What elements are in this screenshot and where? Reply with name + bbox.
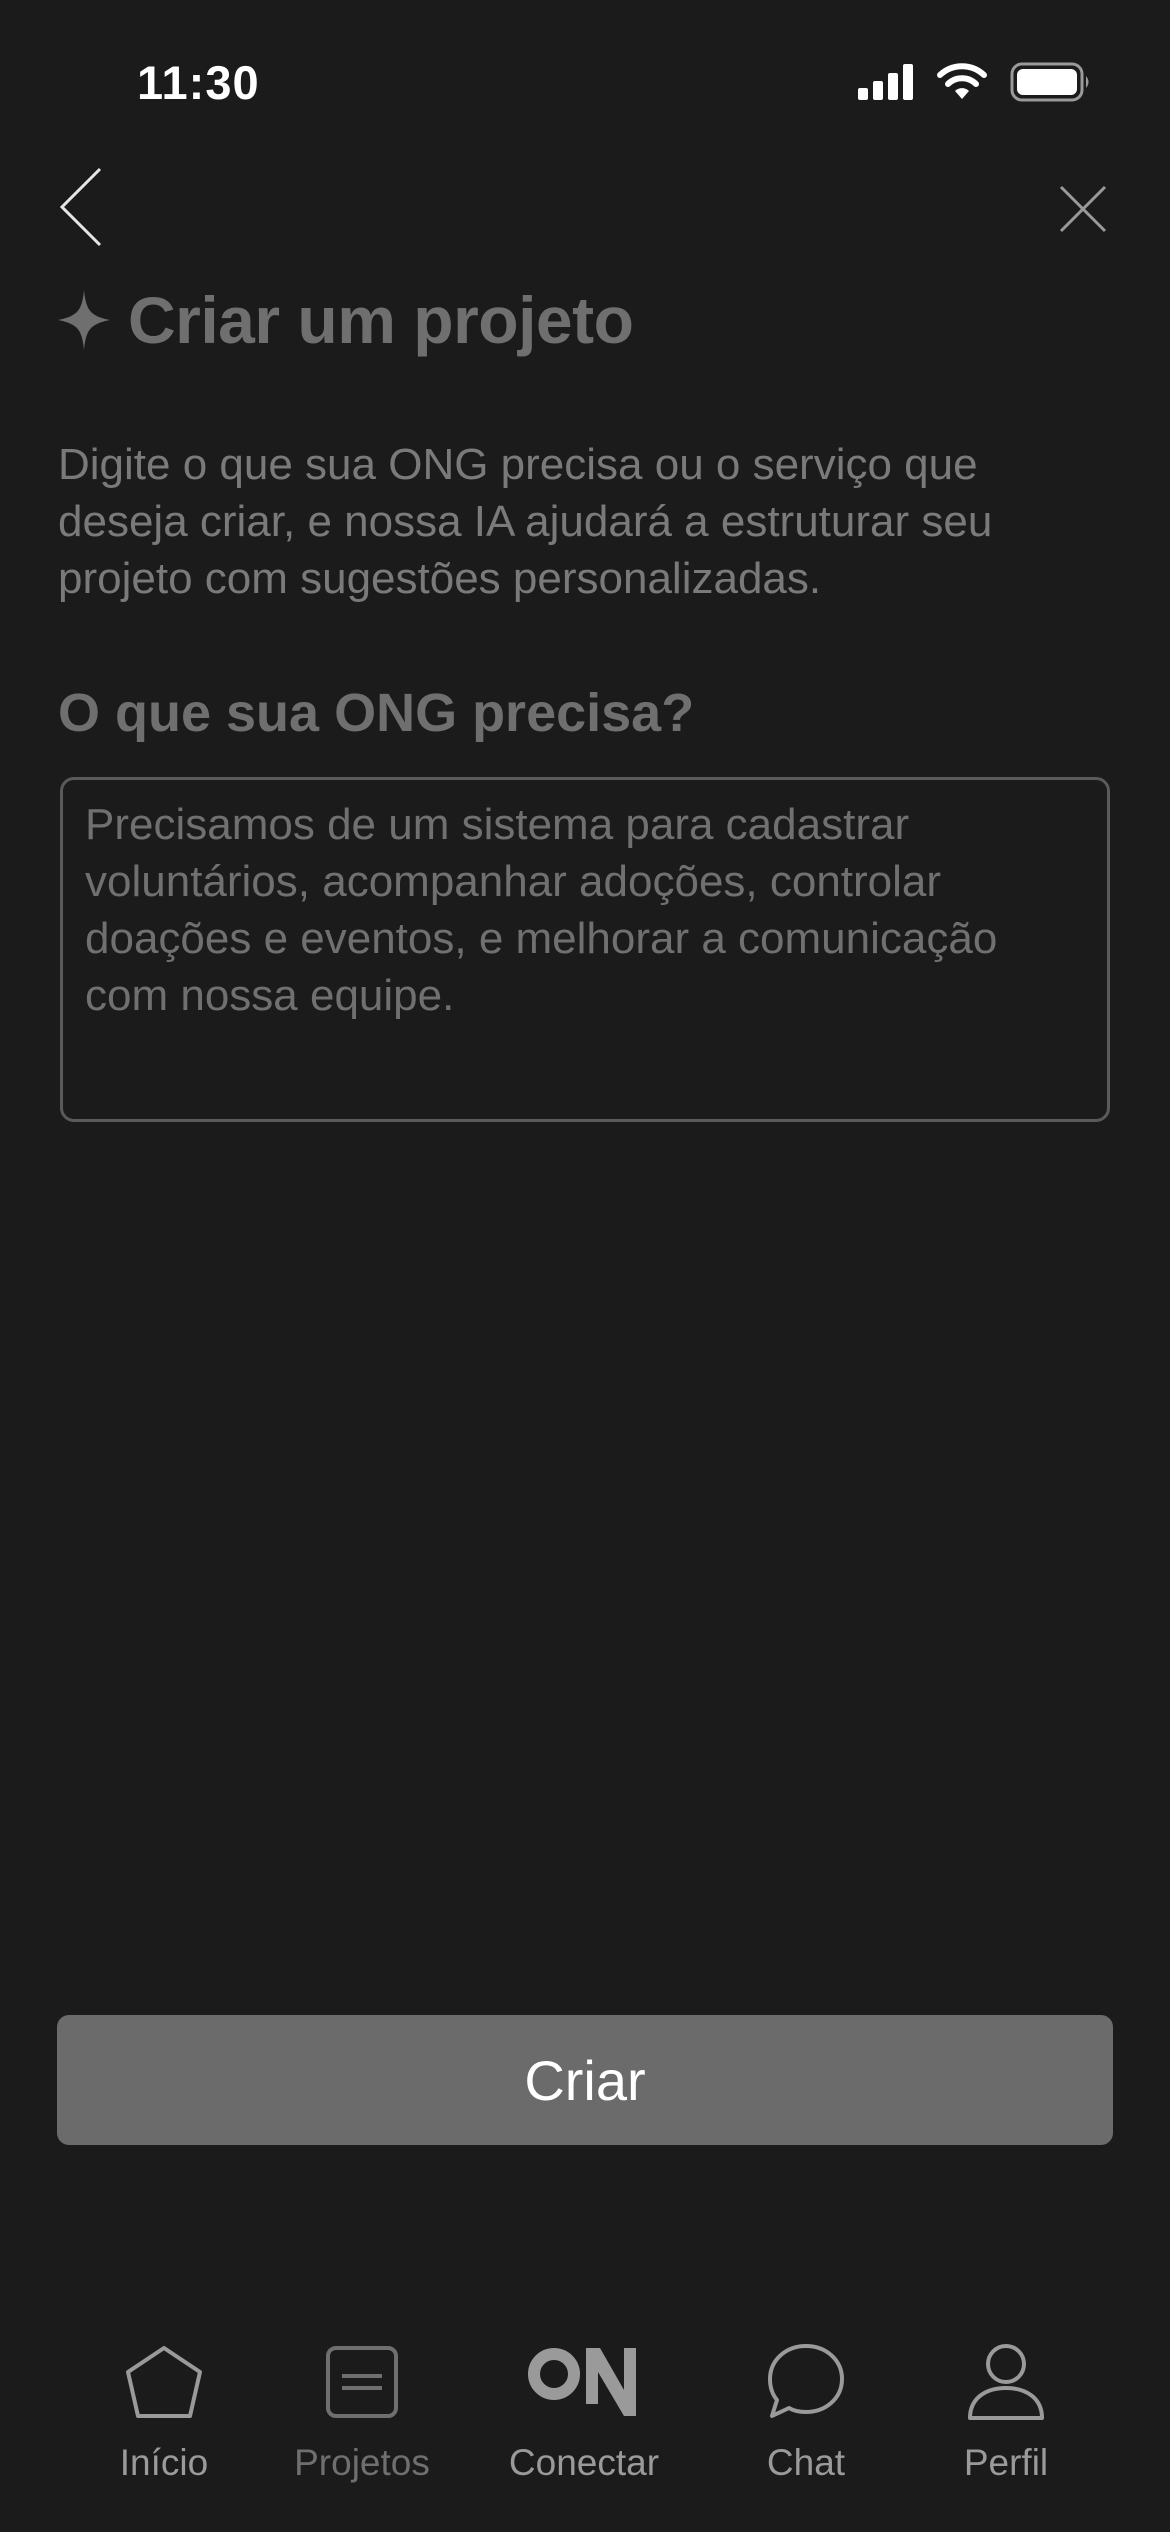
status-icons [858, 62, 1092, 102]
question-label: O que sua ONG precisa? [58, 683, 695, 743]
tab-label: Projetos [294, 2442, 430, 2483]
tab-perfil[interactable]: Perfil [906, 2340, 1106, 2484]
document-list-icon [324, 2340, 400, 2424]
title-row: Criar um projeto [56, 282, 634, 358]
tab-conectar[interactable]: Conectar [484, 2340, 684, 2484]
needs-textarea[interactable] [60, 777, 1110, 1122]
close-button[interactable] [1058, 184, 1108, 234]
back-button[interactable] [58, 165, 108, 250]
wifi-icon [937, 63, 987, 99]
chat-bubble-icon [766, 2340, 846, 2424]
tab-label: Conectar [508, 2442, 660, 2483]
close-icon [1059, 185, 1107, 233]
status-bar: 11:30 [0, 0, 1170, 170]
tab-label: Perfil [963, 2442, 1049, 2483]
on-logo-icon [528, 2340, 640, 2424]
tab-inicio[interactable]: Início [64, 2340, 264, 2484]
tab-chat[interactable]: Chat [706, 2340, 906, 2484]
tab-bar: Início Projetos Conectar Chat Perfil [0, 2340, 1170, 2490]
page-description: Digite o que sua ONG precisa ou o serviç… [58, 440, 993, 603]
sparkle-icon [58, 290, 110, 350]
status-time: 11:30 [137, 56, 260, 109]
tab-label: Chat [766, 2442, 846, 2483]
home-pentagon-icon [124, 2340, 204, 2424]
tab-projetos[interactable]: Projetos [262, 2340, 462, 2484]
create-button[interactable]: Criar [57, 2015, 1113, 2145]
chevron-left-icon [59, 167, 102, 247]
create-project-screen: 11:30 Criar um projeto Digite o que sua … [0, 0, 1170, 2532]
tab-label: Início [119, 2442, 209, 2483]
page-title: Criar um projeto [128, 283, 634, 357]
user-icon [966, 2340, 1046, 2424]
signal-icon [858, 64, 913, 100]
battery-icon [1010, 62, 1089, 102]
